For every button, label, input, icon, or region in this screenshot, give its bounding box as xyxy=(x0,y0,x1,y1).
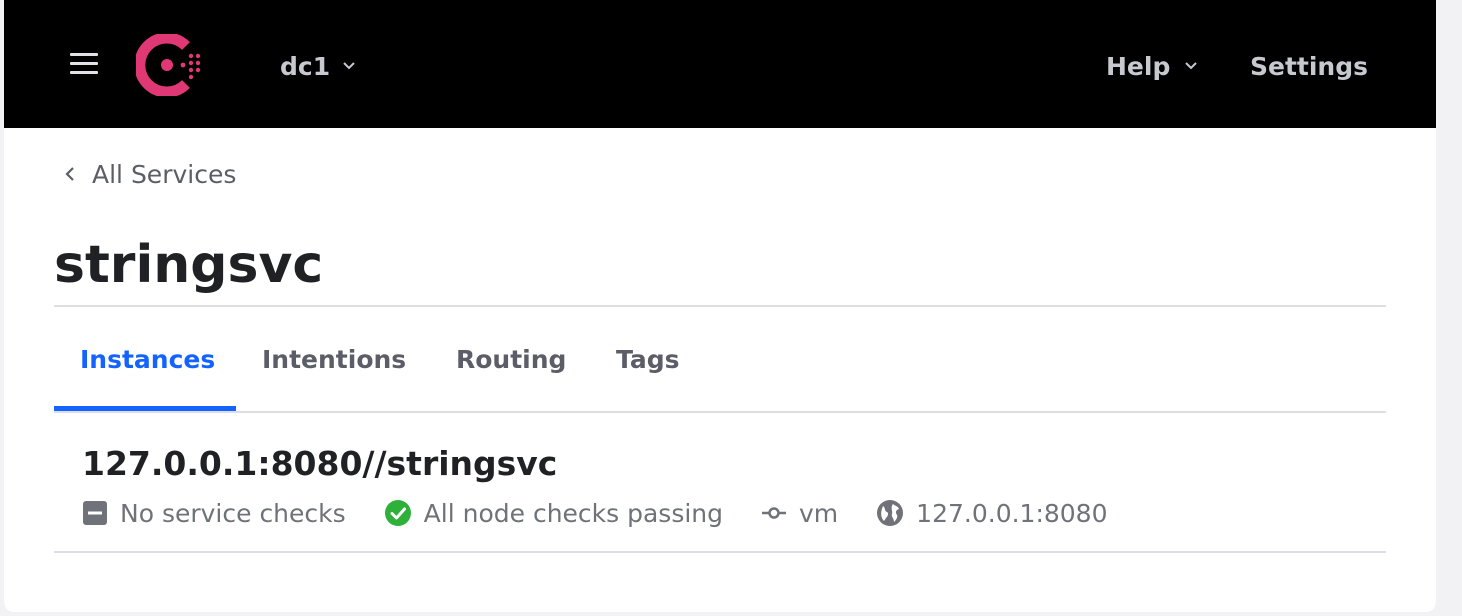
tab-bar: Instances Intentions Routing Tags xyxy=(54,330,1386,412)
app-window: dc1 Help Settings All Services stringsvc… xyxy=(4,0,1436,612)
service-checks-status: No service checks xyxy=(82,499,346,528)
node-name: vm xyxy=(799,498,839,528)
globe-icon xyxy=(877,500,904,526)
help-label: Help xyxy=(1106,51,1171,81)
service-checks-label: No service checks xyxy=(120,498,346,528)
divider xyxy=(54,305,1386,307)
datacenter-dropdown[interactable]: dc1 xyxy=(280,48,356,84)
hamburger-icon[interactable] xyxy=(70,53,98,75)
node-info: vm xyxy=(761,499,838,528)
address-value: 127.0.0.1:8080 xyxy=(916,498,1108,528)
consul-logo[interactable] xyxy=(136,34,204,96)
chevron-down-icon xyxy=(1185,62,1198,70)
help-dropdown[interactable]: Help xyxy=(1106,48,1198,84)
tab-tags[interactable]: Tags xyxy=(616,330,679,388)
tab-instances[interactable]: Instances xyxy=(80,330,215,388)
instance-meta: No service checks All node checks passin… xyxy=(82,493,1146,533)
tab-routing[interactable]: Routing xyxy=(456,330,566,388)
address-info: 127.0.0.1:8080 xyxy=(876,498,1108,528)
settings-label: Settings xyxy=(1250,51,1369,81)
datacenter-label: dc1 xyxy=(280,51,331,81)
breadcrumb[interactable]: All Services xyxy=(64,156,236,192)
tab-intentions[interactable]: Intentions xyxy=(262,330,406,388)
divider xyxy=(54,551,1386,553)
node-checks-status: All node checks passing xyxy=(384,499,723,528)
check-circle-icon xyxy=(384,500,411,526)
breadcrumb-label: All Services xyxy=(92,159,237,189)
settings-link[interactable]: Settings xyxy=(1250,48,1368,84)
chevron-left-icon xyxy=(65,167,74,181)
node-checks-label: All node checks passing xyxy=(423,498,724,528)
chevron-down-icon xyxy=(343,62,355,70)
page-title: stringsvc xyxy=(54,235,324,295)
node-icon xyxy=(762,507,787,519)
instance-name: 127.0.0.1:8080//stringsvc xyxy=(82,444,558,483)
instance-list-item[interactable]: 127.0.0.1:8080//stringsvc No service che… xyxy=(54,413,1386,553)
minus-square-icon xyxy=(83,501,107,525)
top-navigation: dc1 Help Settings xyxy=(4,0,1436,128)
